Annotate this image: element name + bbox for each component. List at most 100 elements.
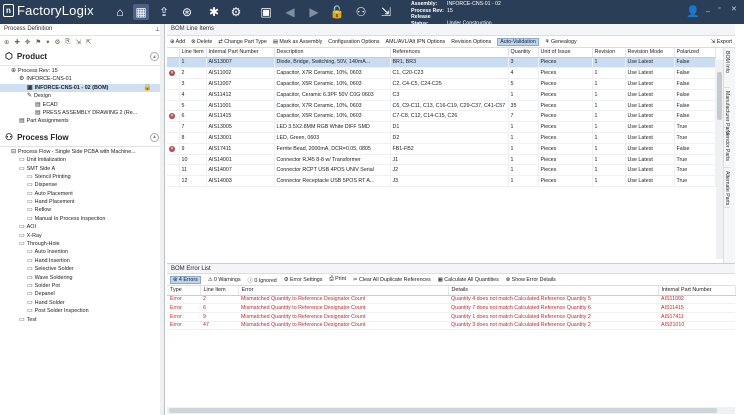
toolbar-button-revision-options[interactable]: Revision Options [451, 39, 491, 45]
error-column-header[interactable]: Internal Part Number [658, 286, 736, 296]
add-icon[interactable]: ⊕ [4, 38, 9, 46]
bom-row[interactable]: ✕ 2 AIS11002 Capacitor, X7R Ceramic, 10%, 0… [167, 67, 716, 80]
collapse-product-icon[interactable]: ▲ [150, 52, 159, 61]
tree-node[interactable]: ▭ Depanel [0, 290, 164, 298]
filter-icon[interactable]: ▾ [46, 38, 49, 46]
copy-icon[interactable]: ⎘ [65, 38, 70, 46]
toolbar-button-change-part-type[interactable]: ⇄ Change Part Type [218, 39, 267, 45]
error-toolbar-button[interactable]: ✂ Clear All Duplicate References [353, 277, 431, 283]
product-section-header[interactable]: ⬡ Product ▲ [0, 48, 164, 66]
column-header[interactable] [167, 48, 180, 58]
toolbar-button-aml-avl-alt-ipn-options[interactable]: AML/AVL/Alt IPN Options [386, 39, 446, 45]
error-toolbar-button[interactable]: ⊗ 4 Errors [170, 275, 201, 284]
column-header[interactable]: Revision [592, 48, 626, 58]
tree-node[interactable]: ⚙ INFORCE-CNS-01 [0, 75, 164, 83]
toolbar-button-add[interactable]: ⊕ Add [170, 39, 185, 45]
tree-node[interactable]: ▭ Through-Hole [0, 240, 164, 248]
globe-icon[interactable]: ⊛ [179, 4, 195, 20]
tree-node[interactable]: ▭ Wave Soldering [0, 274, 164, 282]
side-tab[interactable]: Alternate Parts [724, 168, 730, 208]
toolbar-button-mark-as-assembly[interactable]: ▤ Mark as Assembly [273, 39, 322, 45]
bom-row[interactable]: 5 AIS11001 Capacitor, X7R Ceramic, 10%, 06… [167, 100, 716, 112]
add-step-icon[interactable]: ✚ [14, 38, 19, 46]
error-column-header[interactable]: Details [448, 286, 659, 296]
toolbar-button-genealogy[interactable]: ⚘ Genealogy [545, 39, 577, 45]
tree-node[interactable]: ▭ Manual In Process Inspection [0, 215, 164, 223]
error-toolbar-button[interactable]: ⓘ 0 Ignored [248, 276, 277, 284]
user-icon[interactable]: 👤 [686, 5, 700, 18]
error-toolbar-button[interactable]: ⚙ Error Settings [284, 277, 323, 283]
collapse-icon[interactable]: ⇱ [86, 38, 91, 46]
close-button[interactable]: ✕ [731, 5, 737, 13]
toolbar-button-configuration-options[interactable]: Configuration Options [328, 39, 379, 45]
tree-node[interactable]: ▭ Auto Placement [0, 190, 164, 198]
bom-row[interactable]: 8 AIS13001 LED, Green, 0603 D2 1 Pieces 1 Use L… [167, 132, 716, 144]
column-header[interactable]: Quantity [508, 48, 539, 58]
toolbar-button-delete[interactable]: ⊗ Delete [191, 39, 212, 45]
export-icon[interactable]: ⇲ [378, 4, 394, 20]
collapse-flow-icon[interactable]: ▲ [150, 132, 159, 142]
column-header[interactable]: Polarized [674, 48, 716, 58]
bom-row[interactable]: 12 AIS14003 Connector Receptacle USB 5POS … [167, 175, 716, 188]
tree-node[interactable]: ▭ Reflow [0, 206, 164, 214]
side-tab[interactable]: BOM Info [724, 48, 730, 88]
tree-node[interactable]: ✎ Design [0, 92, 164, 100]
horizontal-scroll-thumb[interactable] [169, 408, 717, 413]
error-column-header[interactable]: Error [238, 286, 449, 296]
tree-node[interactable]: ▭ Post Solder Inspection [0, 307, 164, 315]
save-icon[interactable]: ▣ [258, 4, 274, 20]
toolbar-button-auto-validation[interactable]: Auto-Validation [497, 37, 539, 46]
toolbar-button-export[interactable]: ⇲ Export [711, 39, 732, 45]
tree-node[interactable]: ▤ PRESS ASSEMBLY DRAWING 2 (Re... [0, 109, 164, 117]
error-toolbar-button[interactable]: ⊗ Show Error Details [506, 277, 556, 283]
bom-row[interactable]: 7 AIS13005 LED 3.5X2.8MM RGB White DIFF SM… [167, 121, 716, 134]
column-header[interactable]: References [390, 48, 509, 58]
horizontal-scrollbar[interactable] [167, 407, 735, 414]
side-tab[interactable]: Manufacturer Parts [724, 88, 730, 135]
tree-node[interactable]: ▭ AOI [0, 223, 164, 231]
tree-node[interactable]: ▭ Unit Initialization [0, 156, 164, 164]
error-column-header[interactable]: Type [167, 286, 201, 296]
tree-node[interactable]: ▭ X-Ray [0, 232, 164, 240]
launch-icon[interactable]: ⇪ [156, 4, 172, 20]
tree-node[interactable]: ▭ Hand Solder [0, 299, 164, 307]
column-header[interactable]: Internal Part Number [206, 48, 275, 58]
bom-icon[interactable]: ▦ [133, 4, 149, 20]
tree-node[interactable]: ▭ Solder Pot [0, 282, 164, 290]
bom-row[interactable]: 10 AIS14001 Connector RJ45 8-8 w/ Transfor… [167, 154, 716, 166]
error-toolbar-button[interactable]: ⚠ 0 Warnings [208, 277, 241, 283]
settings-icon[interactable]: ⚙ [54, 38, 60, 46]
column-header[interactable]: Line Item [179, 48, 207, 58]
error-row[interactable]: Error 2 Mismatched Quantity to Reference D… [167, 295, 735, 305]
maximize-button[interactable]: ▫ [718, 5, 720, 12]
tree-node[interactable]: ⊟ Process Flow - Single Side PCBA with Ma… [0, 148, 164, 156]
bom-row[interactable]: 11 AIS14007 Connector RCPT USB 4POS UNIV S… [167, 164, 716, 177]
move-icon[interactable]: ✥ [25, 38, 30, 46]
bom-row[interactable]: 4 AIS11412 Capacitor, Ceramic 6.3PF 50V C0… [167, 89, 716, 101]
lock-icon[interactable]: 🔓 [329, 4, 345, 20]
bom-row[interactable]: 3 AIS11007 Capacitor, X5R Ceramic, 10%, 06… [167, 78, 716, 90]
tree-node[interactable]: ▭ Auto Insertion [0, 248, 164, 256]
home-icon[interactable]: ⌂ [112, 4, 128, 20]
bom-row[interactable]: ✕ 6 AIS11415 Capacitor, X5R Ceramic, 10%, 0… [167, 110, 716, 123]
left-scrollbar[interactable] [160, 24, 164, 415]
tree-node[interactable]: ▭ Hand Insertion [0, 257, 164, 265]
back-icon[interactable]: ◀ [282, 4, 298, 20]
settings-gear-icon[interactable]: ✱ [206, 4, 222, 20]
column-header[interactable]: Description [274, 48, 391, 58]
tree-node[interactable]: ▣ INFORCE-CNS-01 - 02 (BOM) 🔒 [0, 83, 164, 93]
process-flow-section-header[interactable]: ⚇ Process Flow ▲ [0, 129, 164, 147]
tree-node[interactable]: ▤ ECAD [0, 101, 164, 109]
error-row[interactable]: Error 9 Mismatched Quantity to Reference D… [167, 312, 735, 322]
tree-node[interactable]: ▭ Test [0, 316, 164, 324]
tree-node[interactable]: ▭ SMT Side A [0, 165, 164, 173]
bom-row[interactable]: ✕ 9 AIS17411 Ferrite Bead, 2000mA, DCR=0.05… [167, 143, 716, 155]
tree-node[interactable]: ⊕ Process Rev: 15 [0, 67, 164, 75]
branch-icon[interactable]: ⚑ [35, 38, 41, 46]
bom-vertical-scrollbar[interactable] [716, 60, 723, 259]
gear-icon[interactable]: ⚙ [228, 4, 244, 20]
users-icon[interactable]: ⚇ [353, 4, 369, 20]
tree-node[interactable]: ▭ Stencil Printing [0, 173, 164, 181]
column-header[interactable]: Unit of Issue [538, 48, 593, 58]
tree-node[interactable]: ▤ Part Assignments [0, 117, 164, 125]
